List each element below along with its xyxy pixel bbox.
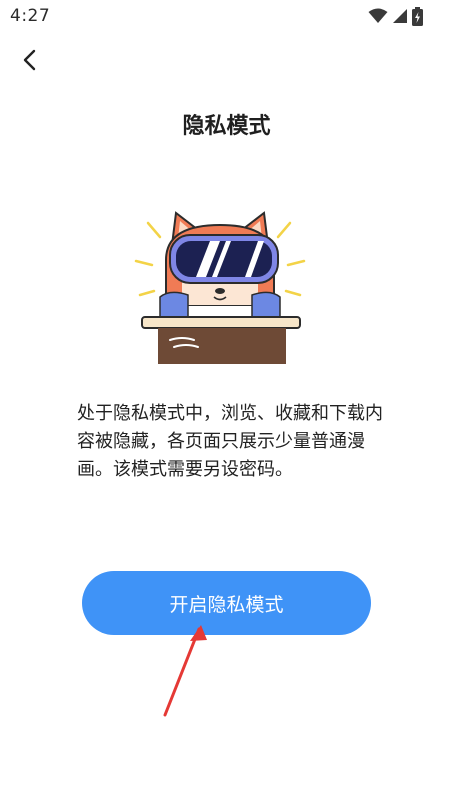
annotation-arrow-icon	[163, 625, 207, 717]
description-text: 处于隐私模式中，浏览、收藏和下载内容被隐藏，各页面只展示少量普通漫画。该模式需要…	[77, 403, 383, 480]
chevron-left-icon	[23, 49, 36, 71]
back-button[interactable]	[14, 44, 46, 76]
enable-privacy-mode-label: 开启隐私模式	[169, 593, 284, 616]
page-title: 隐私模式	[182, 114, 271, 139]
battery-charging-icon	[412, 6, 423, 26]
wifi-icon	[368, 8, 388, 23]
cat-vr-illustration	[134, 211, 306, 364]
status-icons	[368, 6, 423, 26]
signal-icon	[393, 9, 407, 23]
enable-privacy-mode-button[interactable]: 开启隐私模式	[82, 571, 371, 635]
status-bar: 4:27	[0, 0, 453, 32]
status-time: 4:27	[10, 6, 51, 26]
